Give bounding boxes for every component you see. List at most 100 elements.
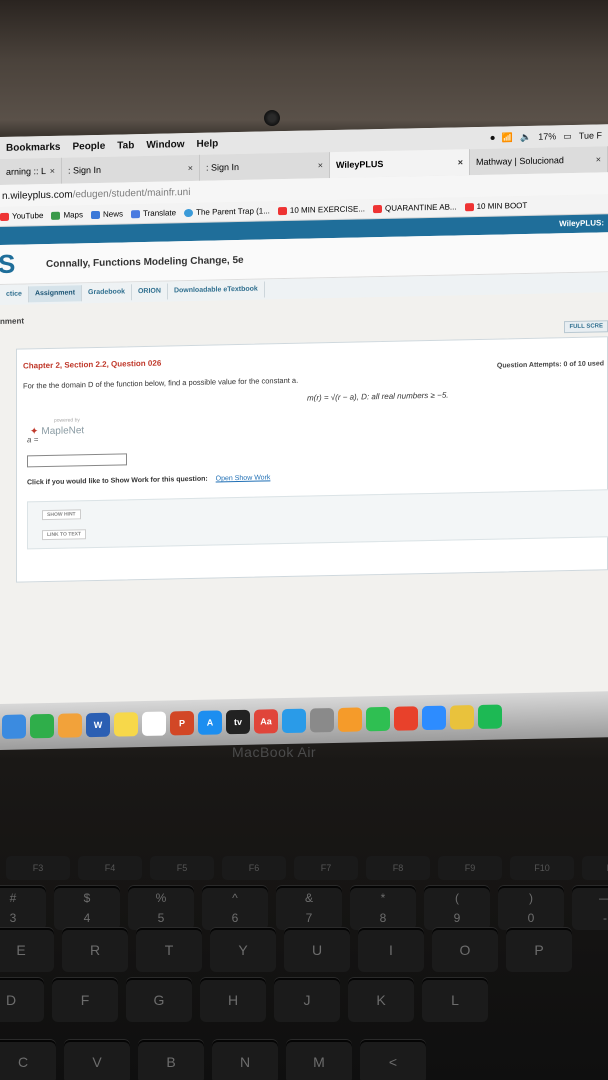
bookmark-maps[interactable]: Maps <box>51 210 83 220</box>
bookmark-news[interactable]: News <box>91 209 123 219</box>
menu-people[interactable]: People <box>72 140 105 152</box>
menu-tab[interactable]: Tab <box>117 140 134 151</box>
facetime-dock-icon[interactable] <box>30 713 54 739</box>
key-5[interactable]: % 5 <box>128 886 194 930</box>
key-c[interactable]: C <box>0 1040 56 1080</box>
bookmark-parent-trap[interactable]: The Parent Trap (1... <box>184 206 270 217</box>
key-i[interactable]: I <box>358 928 424 972</box>
show-hint-button[interactable]: SHOW HINT <box>42 509 81 521</box>
key-b[interactable]: B <box>138 1040 204 1080</box>
section-heading: nment <box>0 316 24 326</box>
key-f[interactable]: F <box>52 978 118 1022</box>
key-t[interactable]: T <box>136 928 202 972</box>
key-0[interactable]: ) 0 <box>498 886 564 930</box>
notes-dock-icon[interactable] <box>114 712 138 737</box>
key-n[interactable]: N <box>212 1040 278 1080</box>
key-o[interactable]: O <box>432 928 498 972</box>
key-3[interactable]: #3 <box>0 886 46 930</box>
close-icon[interactable]: × <box>50 166 55 176</box>
close-icon[interactable]: × <box>458 157 463 167</box>
tab-practice[interactable]: ctice <box>0 286 29 303</box>
key-9[interactable]: (9 <box>424 886 490 930</box>
key-g[interactable]: G <box>126 978 192 1022</box>
key-f7[interactable]: F7 <box>294 856 358 880</box>
key-f9[interactable]: F9 <box>438 856 502 880</box>
answer-input[interactable] <box>27 453 127 468</box>
key-p[interactable]: P <box>506 928 572 972</box>
system-preferences-dock-icon[interactable] <box>310 708 334 733</box>
tab-mathway[interactable]: Mathway | Solucionad × <box>470 146 608 176</box>
key--[interactable]: —- <box>572 886 608 930</box>
tab-assignment[interactable]: Assignment <box>28 285 83 303</box>
key-l[interactable]: L <box>422 978 488 1022</box>
key-f8[interactable]: F8 <box>366 856 430 880</box>
record-icon[interactable]: ⏺ <box>490 132 495 143</box>
close-icon[interactable]: × <box>188 163 193 173</box>
key-e[interactable]: E <box>0 928 54 972</box>
close-icon[interactable]: × <box>318 160 323 170</box>
bookmark-10-min-boot[interactable]: 10 MIN BOOT <box>464 201 527 211</box>
key-f10[interactable]: F10 <box>510 856 574 880</box>
spotify-dock-icon[interactable] <box>478 704 502 729</box>
wifi-icon[interactable]: 📶 <box>502 132 513 143</box>
key-f6[interactable]: F6 <box>222 856 286 880</box>
bookmark-translate[interactable]: Translate <box>131 208 176 218</box>
whatsapp-dock-icon[interactable] <box>366 706 390 732</box>
key-d[interactable]: D <box>0 978 44 1022</box>
link-to-text-button[interactable]: LINK TO TEXT <box>42 529 87 541</box>
photos-dock-icon[interactable] <box>58 713 82 738</box>
zoom-dock-icon[interactable] <box>422 705 446 731</box>
bookmark-10-min-exercise[interactable]: 10 MIN EXERCISE... <box>277 204 365 215</box>
key-j[interactable]: J <box>274 978 340 1022</box>
bookmark-quarantine[interactable]: QUARANTINE AB... <box>373 202 457 213</box>
key-h[interactable]: H <box>200 978 266 1022</box>
menu-window[interactable]: Window <box>146 139 184 151</box>
key-u[interactable]: U <box>284 928 350 972</box>
key-6[interactable]: ^ 6 <box>202 886 268 930</box>
key-m[interactable]: M <box>286 1040 352 1080</box>
tab-sign-in-2[interactable]: : Sign In × <box>200 152 330 181</box>
close-icon[interactable]: × <box>596 154 601 164</box>
tab-sign-in-1[interactable]: : Sign In × <box>62 154 200 184</box>
tab-orion[interactable]: ORION <box>131 283 168 301</box>
clock-day[interactable]: Tue F <box>579 130 602 140</box>
chrome-dock-icon[interactable] <box>450 705 474 730</box>
calendar-dock-icon[interactable] <box>142 711 166 737</box>
tab-wileyplus[interactable]: WileyPLUS × <box>330 149 470 179</box>
word-dock-icon[interactable]: W <box>86 712 110 738</box>
key-y[interactable]: Y <box>210 928 276 972</box>
key-<[interactable]: < <box>360 1040 426 1080</box>
bookmark-youtube[interactable]: YouTube <box>0 211 43 221</box>
home-key-row: DFGHJKL <box>0 978 488 1022</box>
key-7[interactable]: & 7 <box>276 886 342 930</box>
tab-etextbook[interactable]: Downloadable eTextbook <box>167 281 265 300</box>
pages-dock-icon[interactable] <box>338 707 362 732</box>
safari-dock-icon[interactable] <box>282 708 306 734</box>
key-4[interactable]: $4 <box>54 886 120 930</box>
tab-gradebook[interactable]: Gradebook <box>82 284 132 302</box>
key-f4[interactable]: F4 <box>78 856 142 880</box>
open-show-work-link[interactable]: Open Show Work <box>216 474 271 482</box>
app-store-dock-icon[interactable]: A <box>198 710 222 735</box>
volume-icon[interactable]: 🔈 <box>520 131 531 142</box>
tab-learning[interactable]: arning :: L × <box>0 157 62 185</box>
key-f11[interactable]: F11 <box>582 856 608 880</box>
menu-help[interactable]: Help <box>197 138 219 149</box>
full-screen-button[interactable]: FULL SCRE <box>564 320 608 334</box>
key-shift-label: # <box>9 891 17 905</box>
laptop-brand: MacBook Air <box>232 744 317 760</box>
key-r[interactable]: R <box>62 928 128 972</box>
key-8[interactable]: * 8 <box>350 886 416 930</box>
office-dock-icon[interactable] <box>394 706 418 731</box>
key-v[interactable]: V <box>64 1040 130 1080</box>
key-f5[interactable]: F5 <box>150 856 214 880</box>
acrobat-dock-icon[interactable]: Aa <box>254 709 278 734</box>
powerpoint-dock-icon[interactable]: P <box>170 710 194 736</box>
menu-bookmarks[interactable]: Bookmarks <box>6 141 60 153</box>
key-label: - <box>603 911 607 925</box>
battery-icon[interactable]: ▭ <box>563 131 572 142</box>
key-f3[interactable]: F3 <box>6 856 70 880</box>
apple-tv-dock-icon[interactable]: tv <box>226 709 250 735</box>
finder-dock-icon[interactable] <box>2 714 26 739</box>
key-k[interactable]: K <box>348 978 414 1022</box>
